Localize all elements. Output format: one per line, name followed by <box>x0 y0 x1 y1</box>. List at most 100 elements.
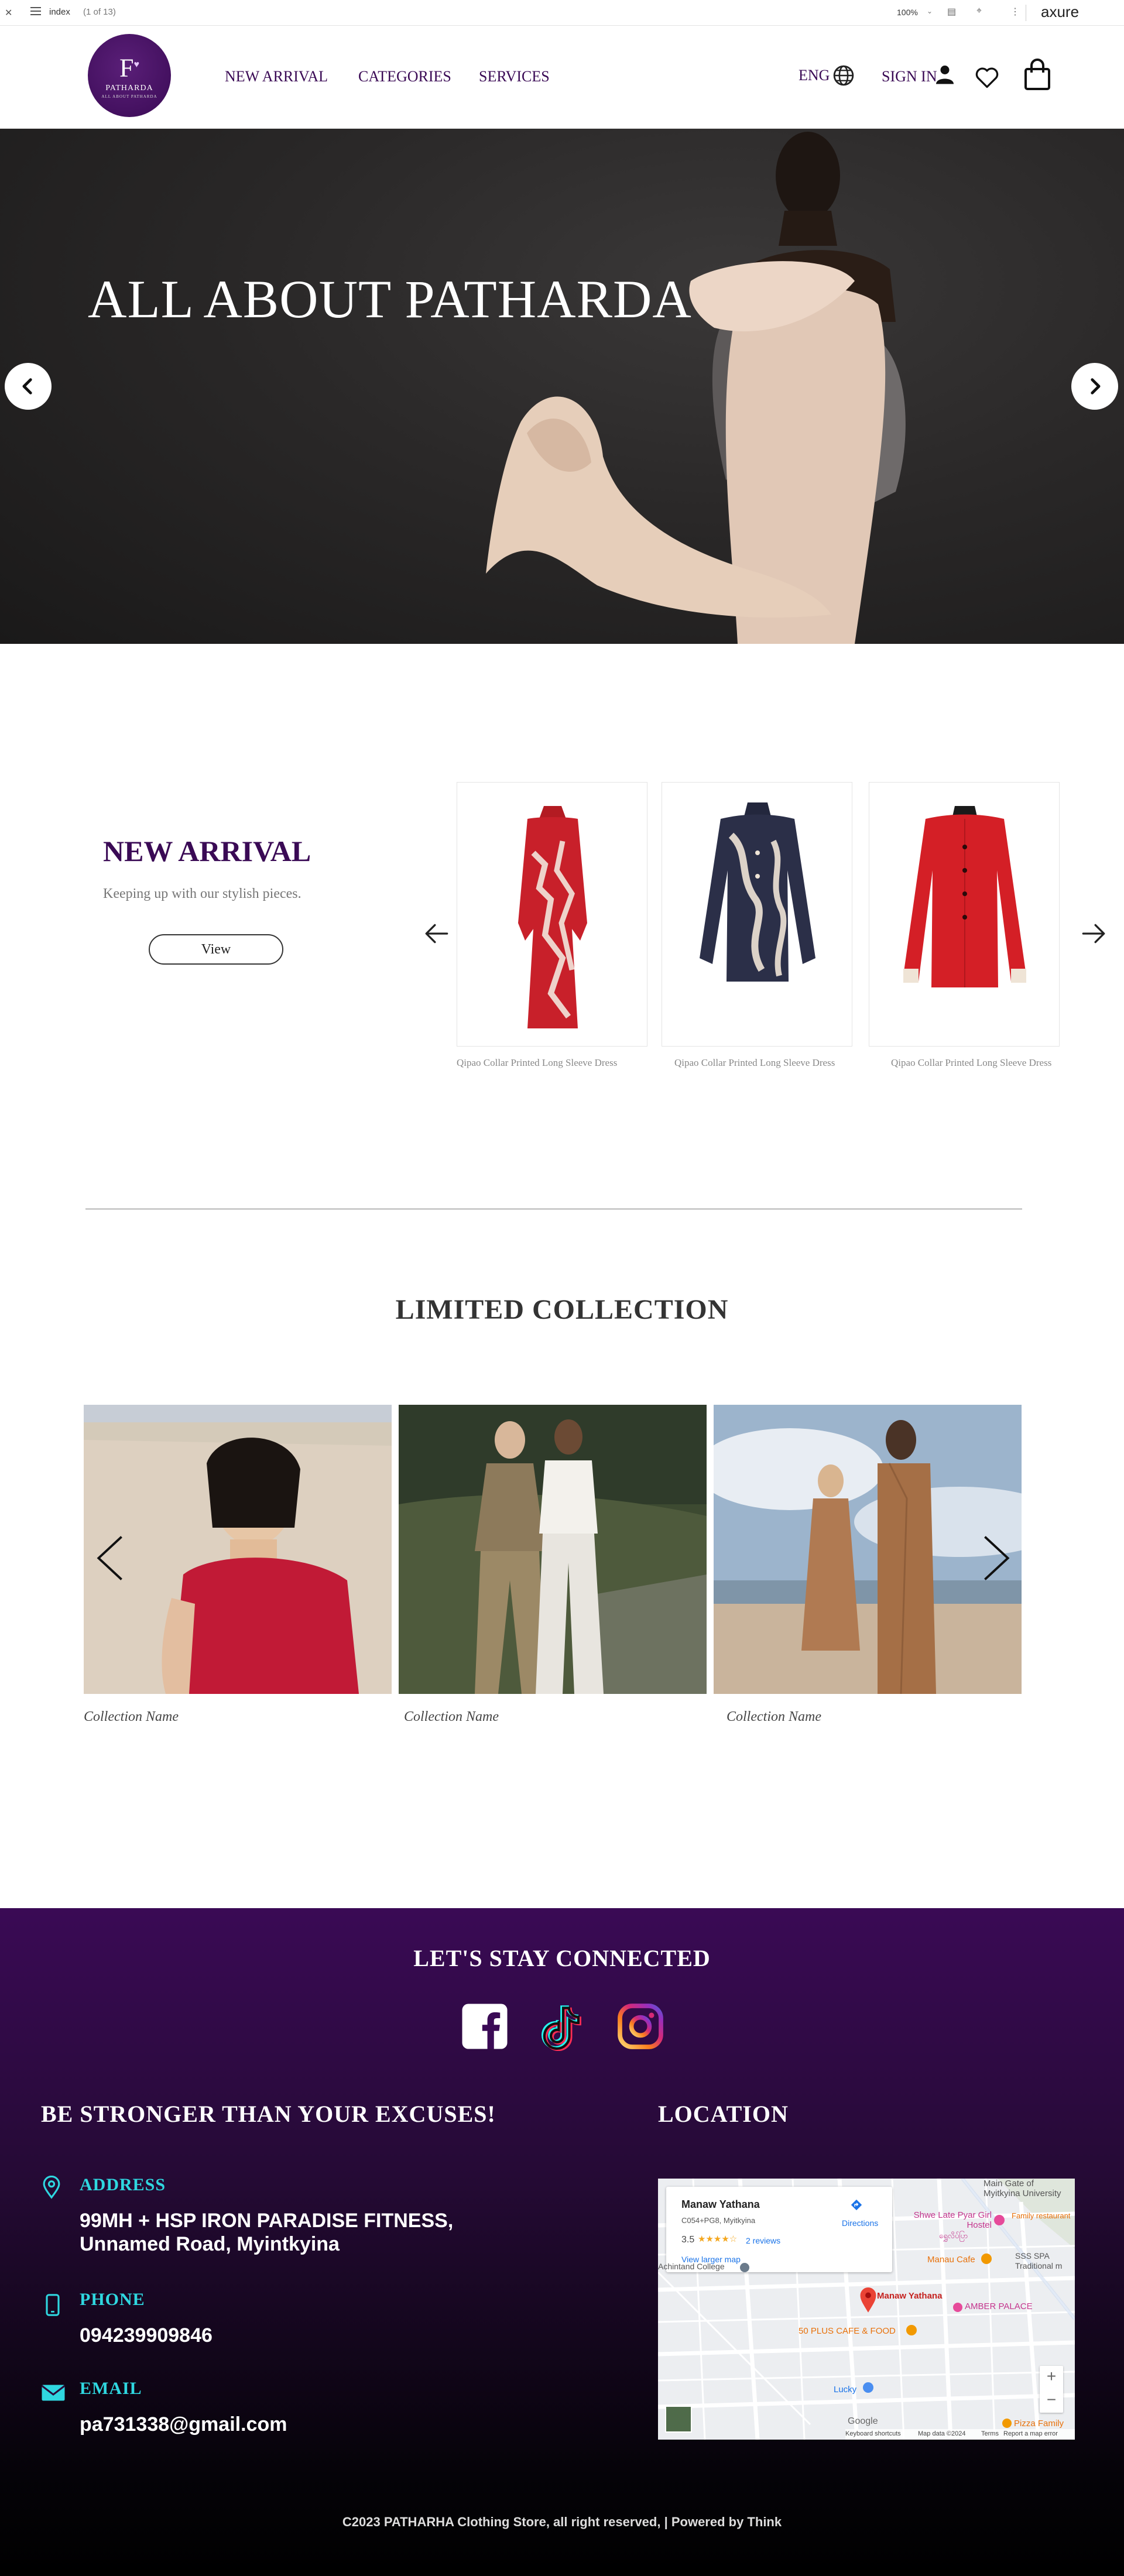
map-reviews-link[interactable]: 2 reviews <box>746 2236 780 2245</box>
map-label-family: Family restaurant <box>1012 2211 1071 2220</box>
map-marker-icon <box>740 2263 749 2272</box>
product-card[interactable] <box>457 782 647 1047</box>
more-icon[interactable]: ⋮ <box>1010 6 1020 18</box>
globe-icon[interactable] <box>832 64 855 87</box>
view-button[interactable]: View <box>149 934 283 965</box>
map-rating: 3.5 <box>681 2235 695 2245</box>
product-image <box>700 802 815 982</box>
zoom-out-icon[interactable]: − <box>1040 2390 1063 2409</box>
site-header: F♥ PATHARDA ALL ABOUT PATHARDA NEW ARRIV… <box>0 26 1124 129</box>
hero-next-button[interactable] <box>1071 363 1118 410</box>
directions-icon[interactable] <box>850 2198 863 2211</box>
map-place-name: Manaw Yathana <box>681 2198 760 2210</box>
product-name[interactable]: Qipao Collar Printed Long Sleeve Dress <box>457 1057 617 1069</box>
location-map[interactable]: Manaw Yathana C054+PG8, Myitkyina 3.5 ★★… <box>658 2179 1075 2440</box>
new-arrival-title: NEW ARRIVAL <box>103 835 311 867</box>
map-marker-icon <box>863 2382 873 2393</box>
product-card[interactable] <box>662 782 852 1047</box>
map-marker-icon <box>994 2215 1005 2225</box>
keyboard-shortcuts-link[interactable]: Keyboard shortcuts <box>845 2430 901 2437</box>
phone-icon <box>46 2294 60 2316</box>
collection-name[interactable]: Collection Name <box>404 1709 499 1725</box>
page-count: (1 of 13) <box>83 7 116 17</box>
hero-prev-button[interactable] <box>5 363 52 410</box>
map-data-text: Map data ©2024 <box>918 2430 966 2437</box>
tiktok-icon[interactable] <box>537 2002 587 2051</box>
map-marker-icon <box>981 2253 992 2264</box>
inspect-icon[interactable]: ⌖ <box>976 6 982 16</box>
star-rating-icon: ★★★★☆ <box>698 2234 738 2244</box>
brand-logo[interactable]: F♥ PATHARDA ALL ABOUT PATHARDA <box>88 34 171 117</box>
section-divider <box>85 1208 1022 1210</box>
collection-name[interactable]: Collection Name <box>727 1709 821 1725</box>
hero-model-image <box>486 132 906 644</box>
map-label-amber: AMBER PALACE <box>965 2301 1033 2311</box>
map-label-college: Achintand College <box>658 2262 725 2271</box>
user-icon[interactable] <box>934 63 955 85</box>
report-error-link[interactable]: Report a map error <box>1003 2430 1058 2437</box>
language-selector[interactable]: ENG <box>799 67 830 84</box>
notes-icon[interactable]: ▤ <box>947 6 956 18</box>
collection-photo <box>399 1405 707 1694</box>
motto-title: BE STRONGER THAN YOUR EXCUSES! <box>41 2101 496 2127</box>
nav-services[interactable]: SERVICES <box>479 68 550 85</box>
zoom-in-icon[interactable]: + <box>1040 2367 1063 2386</box>
limited-collection-title: LIMITED COLLECTION <box>395 1294 729 1325</box>
email-address[interactable]: pa731338@gmail.com <box>80 2413 287 2436</box>
map-label-hostel-sub: ရွှေလိပ်ပြာ <box>939 2231 968 2240</box>
collection-image[interactable] <box>84 1405 392 1694</box>
hero-banner: ALL ABOUT PATHARDA <box>0 129 1124 644</box>
collection-name[interactable]: Collection Name <box>84 1709 179 1725</box>
chevron-left-icon <box>22 378 32 395</box>
email-label: EMAIL <box>80 2379 142 2398</box>
nav-categories[interactable]: CATEGORIES <box>358 68 451 85</box>
map-marker-icon <box>1002 2419 1012 2428</box>
zoom-level[interactable]: 100% <box>897 8 918 17</box>
collection-image[interactable] <box>714 1405 1022 1694</box>
map-label-pizza: Pizza Family <box>1014 2419 1064 2428</box>
heart-icon[interactable] <box>974 64 1000 90</box>
sign-in-link[interactable]: SIGN IN <box>882 68 937 85</box>
map-label-sss: SSS SPA Traditional m <box>1015 2251 1063 2270</box>
chevron-right-icon[interactable] <box>980 1534 1013 1583</box>
nav-new-arrival[interactable]: NEW ARRIVAL <box>225 68 328 85</box>
map-pin-icon[interactable] <box>859 2287 877 2313</box>
page-name[interactable]: index <box>49 7 70 17</box>
phone-number[interactable]: 094239909846 <box>80 2324 213 2347</box>
arrow-left-icon[interactable] <box>423 919 452 948</box>
email-icon <box>41 2385 66 2401</box>
address-line-2: Unnamed Road, Myintkyina <box>80 2233 340 2255</box>
product-name[interactable]: Qipao Collar Printed Long Sleeve Dress <box>674 1057 835 1069</box>
collection-image[interactable] <box>399 1405 707 1694</box>
shopping-bag-icon[interactable] <box>1022 59 1053 91</box>
satellite-toggle[interactable] <box>665 2406 692 2433</box>
map-marker-icon <box>906 2325 917 2335</box>
location-title: LOCATION <box>658 2101 789 2127</box>
map-label-pin: Manaw Yathana <box>877 2291 943 2301</box>
phone-label: PHONE <box>80 2290 145 2309</box>
axure-logo: axure <box>1041 3 1080 20</box>
brand-tagline: ALL ABOUT PATHARDA <box>101 94 157 99</box>
new-arrival-subtitle: Keeping up with our stylish pieces. <box>103 886 301 901</box>
copyright-text: C2023 PATHARHA Clothing Store, all right… <box>342 2515 782 2529</box>
product-card[interactable] <box>869 782 1060 1047</box>
product-image <box>903 806 1026 987</box>
arrow-right-icon[interactable] <box>1078 919 1108 948</box>
address-label: ADDRESS <box>80 2175 166 2194</box>
map-plus-code: C054+PG8, Myitkyina <box>681 2216 756 2225</box>
directions-link[interactable]: Directions <box>842 2218 878 2228</box>
instagram-icon[interactable] <box>616 2002 665 2051</box>
product-name[interactable]: Qipao Collar Printed Long Sleeve Dress <box>891 1057 1051 1069</box>
axure-toolbar: ✕ index (1 of 13) 100% ⌄ ▤ ⌖ ⋮ axure <box>0 0 1124 26</box>
facebook-icon[interactable] <box>460 2002 509 2051</box>
chevron-left-icon[interactable] <box>94 1534 126 1583</box>
chevron-down-icon[interactable]: ⌄ <box>927 7 933 15</box>
map-info-card: Manaw Yathana C054+PG8, Myitkyina 3.5 ★★… <box>666 2187 892 2272</box>
collection-photo <box>84 1405 392 1694</box>
brand-monogram: F♥ <box>119 53 139 83</box>
menu-icon[interactable] <box>30 7 41 15</box>
terms-link[interactable]: Terms <box>981 2430 999 2437</box>
map-label-fifty: 50 PLUS CAFE & FOOD <box>799 2326 896 2336</box>
collection-photo <box>714 1405 1022 1694</box>
close-icon[interactable]: ✕ <box>5 7 12 19</box>
